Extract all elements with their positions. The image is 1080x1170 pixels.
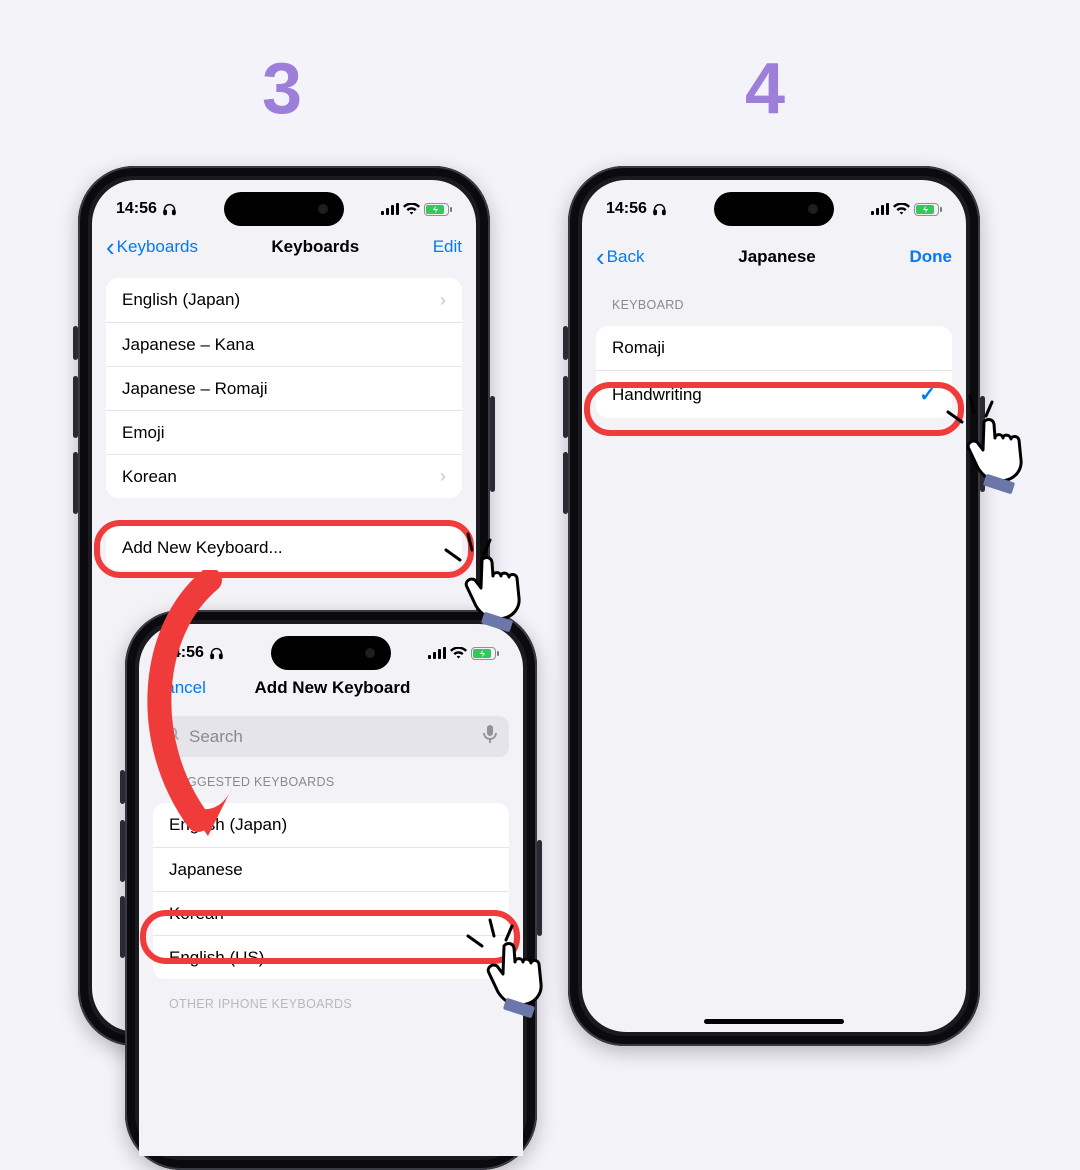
- cellular-icon: [871, 203, 889, 215]
- row-label: English (US): [169, 948, 264, 968]
- cellular-icon: [428, 647, 446, 659]
- add-keyboard-group: Add New Keyboard...: [106, 526, 462, 570]
- keyboard-list: English (Japan) › Japanese – Kana Japane…: [106, 278, 462, 498]
- page-title: Japanese: [738, 247, 816, 267]
- status-time: 14:56: [163, 644, 204, 662]
- page-title: Add New Keyboard: [255, 678, 411, 698]
- row-label: Japanese – Romaji: [122, 379, 268, 399]
- battery-icon: [914, 203, 942, 216]
- suggested-keyboards-list: English (Japan) Japanese Korean English …: [153, 803, 509, 979]
- dynamic-island: [714, 192, 834, 226]
- cellular-icon: [381, 203, 399, 215]
- keyboard-row-japanese-romaji[interactable]: Japanese – Romaji: [106, 366, 462, 410]
- option-handwriting[interactable]: Handwriting ✓: [596, 370, 952, 418]
- section-suggested: SUGGESTED KEYBOARDS: [139, 757, 523, 795]
- dynamic-island: [224, 192, 344, 226]
- row-label: English (Japan): [169, 815, 287, 835]
- iphone-step4: 14:56 ‹ Back Jap: [568, 166, 980, 1046]
- row-label: English (Japan): [122, 290, 240, 310]
- row-label: Japanese – Kana: [122, 335, 254, 355]
- wifi-icon: [403, 203, 420, 215]
- japanese-keyboard-options: Romaji Handwriting ✓: [596, 326, 952, 418]
- row-label: Romaji: [612, 338, 665, 358]
- home-indicator: [704, 1019, 844, 1024]
- headphones-icon: [652, 202, 667, 217]
- status-time: 14:56: [116, 200, 157, 218]
- suggested-korean[interactable]: Korean: [153, 891, 509, 935]
- keyboard-row-korean[interactable]: Korean ›: [106, 454, 462, 498]
- cancel-label: Cancel: [153, 678, 206, 698]
- option-romaji[interactable]: Romaji: [596, 326, 952, 370]
- status-time: 14:56: [606, 200, 647, 218]
- section-other: OTHER IPHONE KEYBOARDS: [139, 979, 523, 1017]
- battery-icon: [471, 647, 499, 660]
- edit-button[interactable]: Edit: [433, 237, 462, 257]
- keyboard-row-emoji[interactable]: Emoji: [106, 410, 462, 454]
- navbar: Cancel Add New Keyboard: [139, 672, 523, 708]
- battery-icon: [424, 203, 452, 216]
- suggested-english-japan[interactable]: English (Japan): [153, 803, 509, 847]
- chevron-left-icon: ‹: [596, 244, 605, 270]
- keyboard-row-english-japan[interactable]: English (Japan) ›: [106, 278, 462, 322]
- checkmark-icon: ✓: [919, 382, 936, 407]
- row-label: Korean: [122, 467, 177, 487]
- add-new-keyboard-button[interactable]: Add New Keyboard...: [106, 526, 462, 570]
- page-title: Keyboards: [271, 237, 359, 257]
- wifi-icon: [893, 203, 910, 215]
- dynamic-island: [271, 636, 391, 670]
- suggested-english-us[interactable]: English (US): [153, 935, 509, 979]
- navbar: ‹ Back Japanese Done: [582, 228, 966, 280]
- chevron-left-icon: ‹: [106, 234, 115, 260]
- row-label: Handwriting: [612, 385, 702, 405]
- row-label: Add New Keyboard...: [122, 538, 283, 558]
- navbar: ‹ Keyboards Keyboards Edit: [92, 228, 476, 270]
- row-label: Japanese: [169, 860, 243, 880]
- done-button[interactable]: Done: [910, 247, 953, 267]
- headphones-icon: [209, 646, 224, 661]
- cancel-button[interactable]: Cancel: [153, 678, 206, 698]
- back-label: Back: [607, 247, 645, 267]
- search-input[interactable]: Search: [153, 716, 509, 757]
- back-button[interactable]: ‹ Back: [596, 244, 644, 270]
- back-button[interactable]: ‹ Keyboards: [106, 234, 198, 260]
- step-number-4: 4: [745, 48, 785, 130]
- chevron-right-icon: ›: [440, 290, 446, 311]
- headphones-icon: [162, 202, 177, 217]
- wifi-icon: [450, 647, 467, 659]
- microphone-icon[interactable]: [483, 725, 497, 748]
- chevron-right-icon: ›: [440, 466, 446, 487]
- iphone-step3-bottom: 14:56 Cancel Add New Key: [125, 610, 537, 1170]
- step-number-3: 3: [262, 48, 302, 130]
- suggested-japanese[interactable]: Japanese: [153, 847, 509, 891]
- keyboard-row-japanese-kana[interactable]: Japanese – Kana: [106, 322, 462, 366]
- search-placeholder: Search: [189, 727, 243, 747]
- back-label: Keyboards: [117, 237, 198, 257]
- row-label: Korean: [169, 904, 224, 924]
- section-keyboard: KEYBOARD: [582, 280, 966, 318]
- row-label: Emoji: [122, 423, 165, 443]
- search-icon: [165, 726, 181, 747]
